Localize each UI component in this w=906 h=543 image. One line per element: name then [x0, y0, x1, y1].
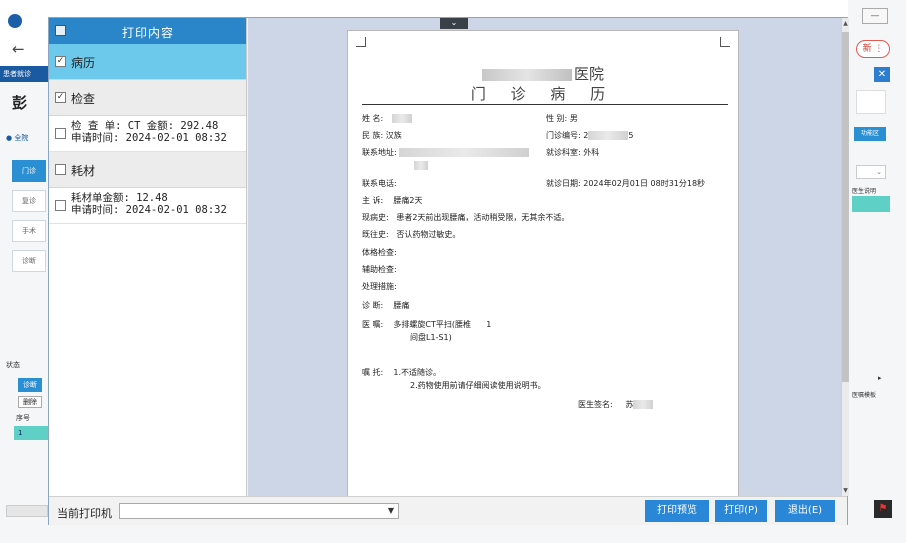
scroll-down-icon[interactable]: ▼ [842, 487, 849, 494]
print-content-panel: 打印内容 ✓ 病历 ✓ 检查 检 查 单: CT 金额: 292.48 申请时间… [49, 18, 247, 496]
material-item-checkbox[interactable] [55, 200, 66, 211]
past-history: 既往史: 否认药物过敏史。 [362, 230, 461, 239]
printer-select[interactable]: ▼ [119, 503, 399, 519]
chief-complaint: 主 诉: 腰痛2天 [362, 196, 423, 205]
side-button-diagnosis[interactable]: 诊断 [12, 250, 46, 272]
exam-item-checkbox[interactable] [55, 128, 66, 139]
table-row[interactable]: 1 [14, 426, 48, 440]
redacted-name [391, 114, 412, 123]
right-box [856, 90, 886, 114]
delete-chip[interactable]: 删除 [18, 396, 42, 408]
redacted-number [588, 131, 629, 140]
redacted-address-2 [414, 161, 428, 170]
medical-record-checkbox[interactable]: ✓ [55, 56, 66, 67]
group-label: 耗材 [71, 164, 96, 178]
medical-order: 医 嘱: 多排螺旋CT平扫(腰椎 1 [362, 320, 492, 329]
redacted-address [399, 148, 530, 157]
clinic-number-field: 门诊编号: 25 [546, 131, 634, 140]
patient-strip: 患者就诊 [0, 66, 48, 82]
dialog-footer: 当前打印机 ▼ 打印预览 打印(P) 退出(E) [49, 496, 847, 525]
new-button[interactable]: 新 ⋮ [856, 40, 890, 58]
group-material[interactable]: 耗材 [49, 152, 246, 188]
group-medical-record[interactable]: ✓ 病历 [49, 44, 246, 80]
patient-name: 彭 [12, 94, 28, 112]
function-area-button[interactable]: 功能区 [854, 127, 886, 141]
order-template-label[interactable]: 医嘱模板 [852, 390, 876, 399]
title-divider [362, 104, 728, 105]
physical-exam: 体格检查: [362, 248, 397, 257]
advice-2: 2.药物使用前请仔细阅读使用说明书。 [410, 381, 546, 390]
doctor-signature: 医生签名: 苏 [578, 399, 654, 410]
diagnosis: 诊 断: 腰痛 [362, 301, 410, 310]
arrow-right-icon[interactable]: ▸ [878, 374, 882, 382]
department-field: 就诊科室: 外科 [546, 148, 600, 157]
crop-mark [356, 37, 366, 47]
redacted-hospital [481, 69, 572, 81]
name-field: 姓 名: [362, 113, 412, 124]
print-preview-area[interactable]: ⌄ 医院 门 诊 病 历 姓 名: 性 别: 男 民 族: 汉族 门诊编号: 2… [248, 18, 841, 496]
material-item-time: 申请时间: 2024-02-01 08:32 [71, 204, 227, 216]
exam-item[interactable]: 检 查 单: CT 金额: 292.48 申请时间: 2024-02-01 08… [49, 116, 246, 152]
record-title: 门 诊 病 历 [470, 85, 616, 103]
exam-item-time: 申请时间: 2024-02-01 08:32 [71, 132, 227, 144]
back-arrow-icon[interactable]: ← [12, 40, 25, 58]
address-field: 联系地址: [362, 147, 530, 158]
chevron-down-icon[interactable]: ▼ [388, 506, 394, 515]
group-label: 病历 [71, 56, 96, 70]
side-button-clinic[interactable]: 门诊 [12, 160, 46, 182]
material-checkbox[interactable] [55, 164, 66, 175]
material-item[interactable]: 耗材单金额: 12.48 申请时间: 2024-02-01 08:32 [49, 188, 246, 224]
advice: 嘱 托: 1.不适随诊。 [362, 368, 442, 377]
redacted-signature [633, 400, 654, 409]
print-preview-button[interactable]: 打印预览 [645, 500, 709, 522]
print-content-header: 打印内容 [49, 18, 246, 44]
ethnicity-field: 民 族: 汉族 [362, 131, 402, 140]
hospital-name: 医院 [348, 63, 738, 84]
right-select[interactable]: ⌄ [856, 165, 886, 179]
print-button[interactable]: 打印(P) [715, 500, 767, 522]
exit-button[interactable]: 退出(E) [775, 500, 835, 522]
exam-checkbox[interactable]: ✓ [55, 92, 66, 103]
diagnosis-chip[interactable]: 诊断 [18, 378, 42, 392]
scroll-up-icon[interactable]: ▲ [842, 20, 849, 27]
present-illness: 现病史: 患者2天前出现腰痛，活动稍受限，无其余不适。 [362, 213, 570, 222]
visit-date-field: 就诊日期: 2024年02月01日 08时31分18秒 [546, 179, 706, 188]
close-icon[interactable]: ✕ [874, 67, 890, 82]
medical-record-page: 医院 门 诊 病 历 姓 名: 性 别: 男 民 族: 汉族 门诊编号: 25 … [347, 30, 739, 496]
hospital-radio[interactable]: ● 全院 [6, 133, 28, 143]
treatment: 处理措施: [362, 282, 397, 291]
side-button-revisit[interactable]: 复诊 [12, 190, 46, 212]
group-label: 检查 [71, 92, 96, 106]
selected-row[interactable] [852, 196, 890, 212]
crop-mark [720, 37, 730, 47]
scroll-thumb[interactable] [842, 32, 849, 382]
group-exam[interactable]: ✓ 检查 [49, 80, 246, 116]
status-label: 状态 [6, 361, 20, 369]
printer-label: 当前打印机 [57, 507, 112, 520]
side-button-surgery[interactable]: 手术 [12, 220, 46, 242]
vertical-scrollbar[interactable]: ▲ ▼ [841, 18, 849, 496]
phone-field: 联系电话: [362, 179, 397, 188]
app-logo-icon [8, 14, 22, 28]
sequence-header: 序号 [16, 414, 30, 422]
print-dialog: 打印内容 ✓ 病历 ✓ 检查 检 查 单: CT 金额: 292.48 申请时间… [48, 17, 849, 525]
medical-order-2: 间盘L1-S1) [410, 333, 452, 342]
sex-field: 性 别: 男 [546, 114, 578, 123]
auxiliary-exam: 辅助检查: [362, 265, 397, 274]
doctor-note-label: 医生说明 [852, 188, 877, 195]
print-content-title: 打印内容 [121, 26, 174, 40]
minimize-button[interactable]: — [862, 8, 888, 24]
chevron-down-icon[interactable]: ⌄ [440, 18, 468, 29]
horizontal-scrollbar[interactable] [6, 505, 48, 517]
flag-icon[interactable]: ⚑ [874, 500, 892, 518]
